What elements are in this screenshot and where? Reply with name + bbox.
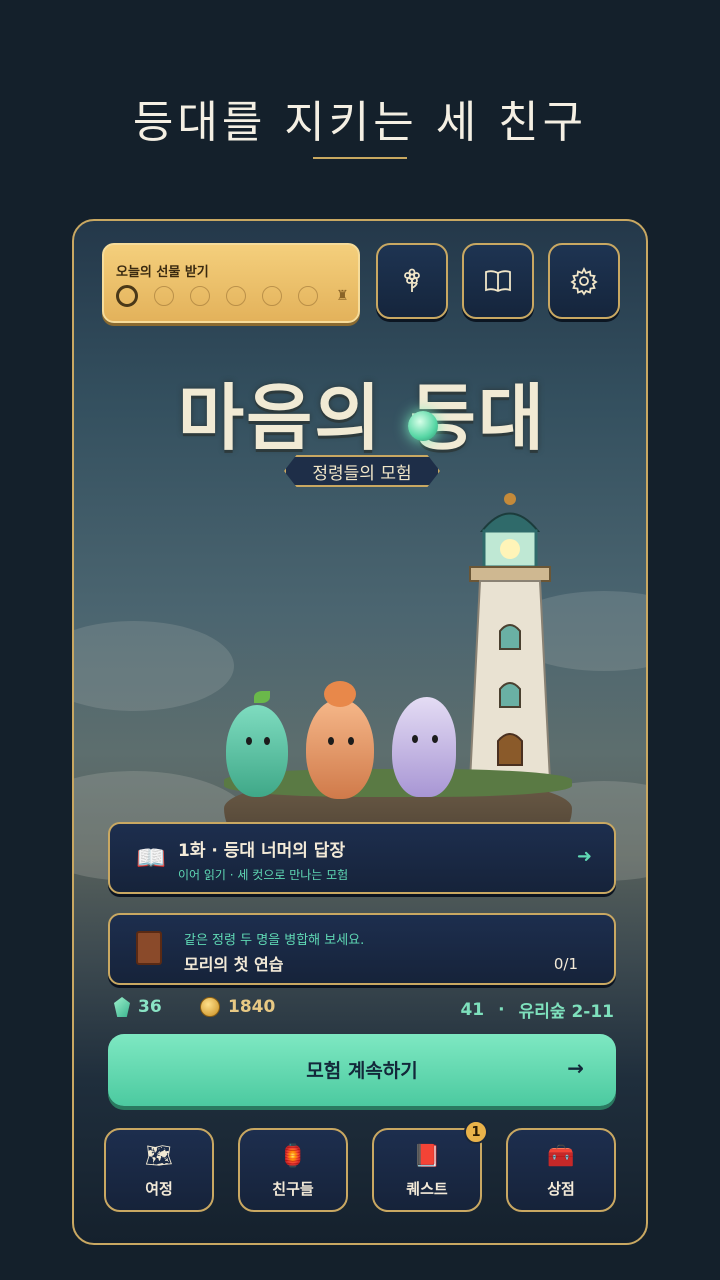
page-headline: 등대를 지키는 세 친구 [132,97,588,148]
nav-friends[interactable]: 🏮 친구들 [238,1128,348,1212]
eye [246,737,252,745]
gift-day-dot [154,286,174,306]
lighthouse-illustration [468,493,552,785]
map-icon: 🗺 [145,1144,173,1169]
separator: · [498,999,505,1020]
nav-quests[interactable]: 📕 퀘스트 1 [372,1120,488,1212]
storybook-button[interactable] [462,243,534,319]
eye [348,737,354,745]
nav-label: 퀘스트 [406,1180,448,1198]
glowing-orb [408,411,438,441]
nav-label: 여정 [145,1180,173,1198]
eye [432,735,438,743]
gift-day-dot [116,285,138,307]
gift-day-dot [298,286,318,306]
continue-adventure-button[interactable]: 모험 계속하기 → [108,1034,616,1106]
green-spirit-character [222,691,292,799]
game-logo-title: 마음의 등대 [177,375,547,460]
quest-hint: 같은 정령 두 명을 병합해 보세요. [184,933,365,948]
chapter-card[interactable]: 📖 1화 · 등대 너머의 답장 이어 읽기 · 세 컷으로 만나는 모험 ➜ [108,822,616,894]
game-screen: 오늘의 선물 받기 ♜ 마음의 등대 정령들의 모험 📖 1화 · 등대 너머의… [72,219,648,1245]
eye [264,737,270,745]
chapter-subtitle: 이어 읽기 · 세 컷으로 만나는 모험 [178,868,349,882]
chest-icon: 🧰 [547,1144,575,1169]
coin-icon [200,997,220,1017]
open-book-icon: 📖 [136,844,166,872]
nav-journey[interactable]: 🗺 여정 [104,1128,214,1212]
daily-gift-panel[interactable]: 오늘의 선물 받기 ♜ [102,243,360,323]
gift-day-dot [226,286,246,306]
gem-count: 36 [138,997,162,1017]
purple-spirit-character [388,687,460,799]
gift-day-dot [262,286,282,306]
coin-counter: 1840 [200,997,275,1017]
eye [328,737,334,745]
spirit-body [392,697,456,797]
gem-icon [114,997,130,1017]
gear-icon [570,266,598,296]
gem-counter: 36 [114,997,162,1017]
arrow-right-icon: → [567,1056,584,1080]
resource-bar: 36 1840 41 · 유리숲 2-11 [114,997,614,1023]
stage-indicator: 41 · 유리숲 2-11 [460,997,614,1023]
eye [412,735,418,743]
gift-day-dot [190,286,210,306]
cloud [74,621,234,711]
nav-shop[interactable]: 🧰 상점 [506,1128,616,1212]
current-stage: 유리숲 2-11 [518,1002,614,1022]
spirit-body [306,699,374,799]
game-logo-subtitle: 정령들의 모험 [284,455,440,487]
arrow-right-icon: ➜ [576,846,592,867]
journal-icon: 📕 [413,1144,441,1169]
lantern-icon: 🏮 [279,1144,307,1169]
continue-label: 모험 계속하기 [306,1060,418,1082]
book-icon [485,270,511,293]
coin-count: 1840 [228,997,276,1017]
leaf-sprout [254,691,270,703]
flower-button[interactable] [376,243,448,319]
spirit-body [226,705,288,797]
flame-hair [324,681,356,707]
quest-progress: 0/1 [553,955,578,973]
headline-divider [313,157,407,159]
daily-gift-title: 오늘의 선물 받기 [116,265,209,280]
daily-gift-progress: ♜ [116,285,349,307]
flower-icon [404,268,420,292]
notification-badge: 1 [464,1120,488,1144]
orange-spirit-character [302,681,378,801]
lantern-icon: ♜ [336,288,349,304]
journal-icon [136,931,162,965]
nav-label: 상점 [547,1180,575,1198]
settings-button[interactable] [548,243,620,319]
chapter-title: 1화 · 등대 너머의 답장 [178,841,346,861]
quest-card[interactable]: 같은 정령 두 명을 병합해 보세요. 모리의 첫 연습 0/1 [108,913,616,985]
nav-label: 친구들 [272,1180,314,1198]
player-level: 41 [460,999,485,1020]
quest-title: 모리의 첫 연습 [184,955,284,974]
